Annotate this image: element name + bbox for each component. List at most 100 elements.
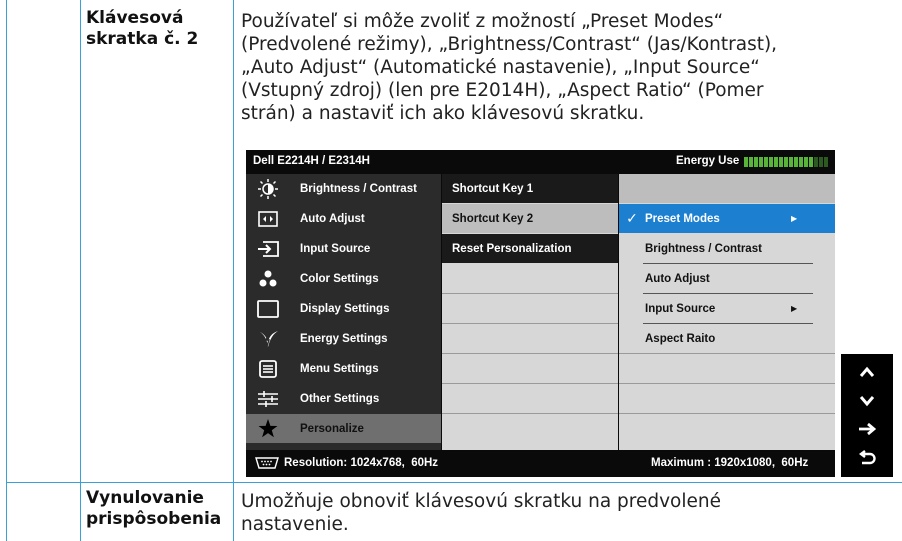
energy-segment xyxy=(764,157,768,167)
menu-item-energy-settings[interactable]: Energy Settings xyxy=(246,324,441,354)
desc-line: Umožňuje obnoviť klávesovú skratku na pr… xyxy=(241,491,722,512)
menu-item-label: Display Settings xyxy=(300,302,390,315)
submenu-shortcut-key-1[interactable]: Shortcut Key 1 xyxy=(442,174,618,203)
divider xyxy=(442,293,618,294)
back-button[interactable] xyxy=(841,446,893,474)
option-auto-adjust[interactable]: Auto Adjust xyxy=(619,264,835,293)
table-cell-term xyxy=(80,0,234,483)
menu-item-label: Color Settings xyxy=(300,272,379,285)
divider xyxy=(442,413,618,414)
resolution-text: Resolution: 1024x768, 60Hz xyxy=(284,457,439,469)
description-reset-personalization: Umožňuje obnoviť klávesovú skratku na pr… xyxy=(241,490,891,536)
option-label: Auto Adjust xyxy=(645,272,710,285)
term-line: skratka č. 2 xyxy=(86,29,199,49)
option-label: Brightness / Contrast xyxy=(645,242,762,255)
desc-line: (Predvolené režimy), „Brightness/Contras… xyxy=(241,34,778,55)
energy-segment xyxy=(819,157,823,167)
osd-options: ✓ Preset Modes ▶ Brightness / Contrast A… xyxy=(619,174,835,450)
option-aspect-ratio[interactable]: Aspect Raito xyxy=(619,324,835,353)
term-line: Klávesová xyxy=(86,8,184,28)
energy-segment xyxy=(799,157,803,167)
energy-segment xyxy=(749,157,753,167)
desc-line: (Vstupný zdroj) (len pre E2014H), „Aspec… xyxy=(241,80,764,101)
menu-item-label: Personalize xyxy=(300,422,364,435)
submenu-label: Shortcut Key 2 xyxy=(452,212,534,225)
desc-line: strán) a nastaviť ich ako klávesovú skra… xyxy=(241,103,645,124)
energy-segment xyxy=(789,157,793,167)
energy-segment xyxy=(774,157,778,167)
divider xyxy=(619,413,835,414)
chevron-right-icon: ▶ xyxy=(791,214,798,223)
menu-item-color-settings[interactable]: Color Settings xyxy=(246,264,441,294)
maximum-resolution-text: Maximum : 1920x1080, 60Hz xyxy=(651,457,809,469)
menu-item-personalize[interactable]: Personalize xyxy=(246,414,441,443)
energy-segment xyxy=(769,157,773,167)
menu-item-brightness-contrast[interactable]: Brightness / Contrast xyxy=(246,174,441,204)
menu-item-other-settings[interactable]: Other Settings xyxy=(246,384,441,414)
energy-segment xyxy=(784,157,788,167)
menu-item-label: Other Settings xyxy=(300,392,380,405)
term-shortcut-key-2: Klávesová skratka č. 2 xyxy=(86,8,228,50)
enter-button[interactable] xyxy=(841,416,893,444)
resolution-status: Resolution: 1024x768, 60Hz xyxy=(254,457,438,469)
other-settings-icon xyxy=(250,390,286,407)
energy-segment xyxy=(744,157,748,167)
submenu-reset-personalization[interactable]: Reset Personalization xyxy=(442,234,618,263)
down-button[interactable] xyxy=(841,387,893,415)
osd-footer: Resolution: 1024x768, 60Hz Maximum : 192… xyxy=(246,450,835,477)
energy-segment xyxy=(804,157,808,167)
submenu-label: Shortcut Key 1 xyxy=(452,182,534,195)
desc-line: nastavenie. xyxy=(241,514,349,535)
option-brightness-contrast[interactable]: Brightness / Contrast xyxy=(619,234,835,263)
osd-navigation-buttons xyxy=(841,354,893,477)
menu-item-menu-settings[interactable]: Menu Settings xyxy=(246,354,441,384)
options-header xyxy=(619,174,835,203)
osd-submenu: Shortcut Key 1 Shortcut Key 2 Reset Pers… xyxy=(442,174,618,450)
menu-item-label: Energy Settings xyxy=(300,332,388,345)
term-line: prispôsobenia xyxy=(86,509,222,529)
down-icon xyxy=(859,392,875,411)
table-cell-empty xyxy=(6,0,81,483)
energy-use-meter xyxy=(744,157,829,167)
check-icon: ✓ xyxy=(626,210,638,226)
energy-segment xyxy=(809,157,813,167)
chevron-right-icon: ▶ xyxy=(791,304,798,313)
display-settings-icon xyxy=(250,299,286,318)
energy-segment xyxy=(814,157,818,167)
divider xyxy=(442,323,618,324)
menu-settings-icon xyxy=(250,359,286,378)
back-icon xyxy=(858,450,876,470)
input-source-icon xyxy=(250,240,286,257)
menu-item-label: Input Source xyxy=(300,242,371,255)
option-preset-modes[interactable]: ✓ Preset Modes ▶ xyxy=(619,204,835,233)
menu-item-display-settings[interactable]: Display Settings xyxy=(246,294,441,324)
osd-menu: Dell E2214H / E2314H Energy Use Brightne… xyxy=(246,150,835,477)
divider xyxy=(619,383,835,384)
option-input-source[interactable]: Input Source ▶ xyxy=(619,294,835,323)
energy-segment xyxy=(824,157,828,167)
star-icon xyxy=(250,419,286,438)
submenu-label: Reset Personalization xyxy=(452,242,572,255)
menu-item-auto-adjust[interactable]: Auto Adjust xyxy=(246,204,441,234)
description-shortcut-key-2: Používateľ si môže zvoliť z možností „Pr… xyxy=(241,10,891,125)
table-cell-empty xyxy=(6,482,81,541)
energy-segment xyxy=(779,157,783,167)
option-label: Input Source xyxy=(645,302,716,315)
menu-item-input-source[interactable]: Input Source xyxy=(246,234,441,264)
color-settings-icon xyxy=(250,270,286,288)
up-button[interactable] xyxy=(841,358,893,386)
auto-adjust-icon xyxy=(250,210,286,227)
divider xyxy=(442,353,618,354)
desc-line: „Auto Adjust“ (Automatické nastavenie), … xyxy=(241,57,760,78)
term-line: Vynulovanie xyxy=(86,488,204,508)
menu-item-label: Menu Settings xyxy=(300,362,379,375)
energy-use-label: Energy Use xyxy=(676,155,740,167)
up-icon xyxy=(859,363,875,382)
energy-segment xyxy=(794,157,798,167)
menu-item-label: Auto Adjust xyxy=(300,212,365,225)
desc-line: Používateľ si môže zvoliť z možností „Pr… xyxy=(241,11,724,32)
submenu-shortcut-key-2[interactable]: Shortcut Key 2 xyxy=(442,204,618,233)
energy-segment xyxy=(754,157,758,167)
osd-main-menu: Brightness / Contrast Auto Adjust Input … xyxy=(246,174,441,450)
divider xyxy=(619,353,835,354)
